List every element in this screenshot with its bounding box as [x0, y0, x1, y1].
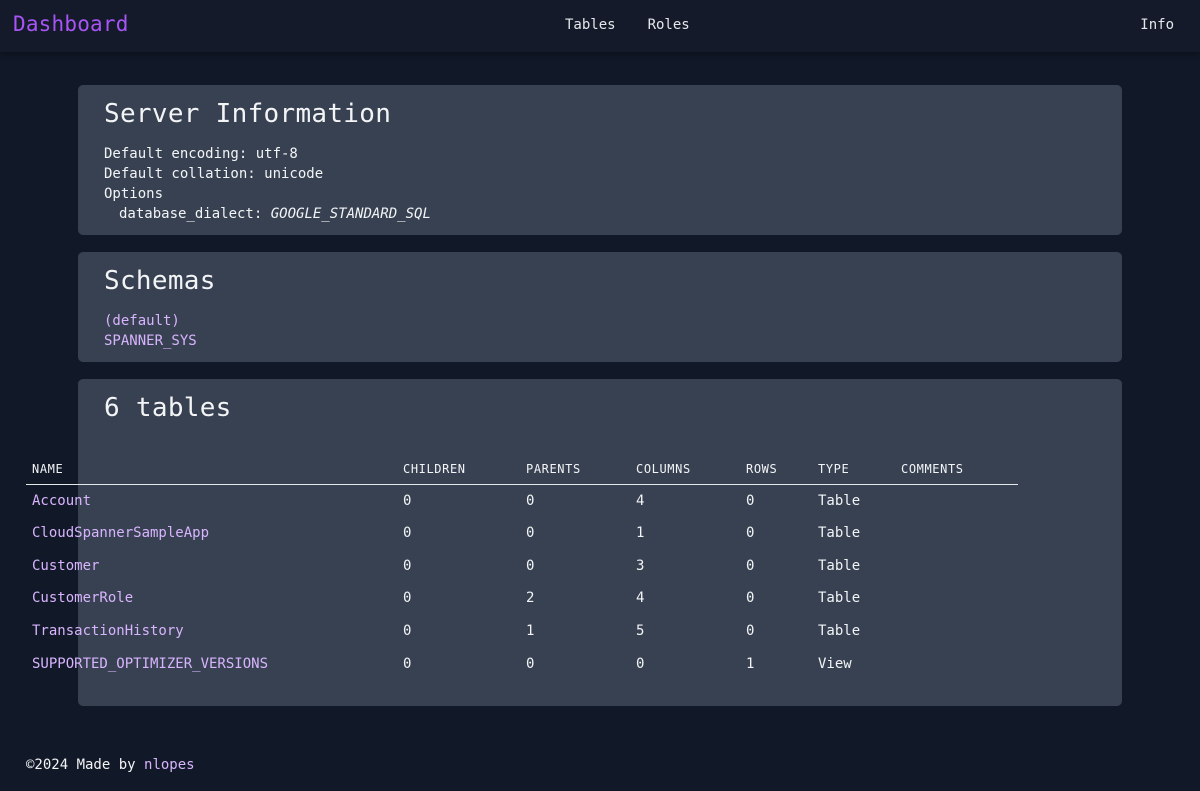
cell-parents: 1: [526, 623, 535, 640]
table-row: SUPPORTED_OPTIMIZER_VERSIONS 0 0 0 1 Vie…: [26, 647, 1018, 680]
header-row: NAME CHILDREN PARENTS COLUMNS ROWS TYPE …: [26, 454, 1018, 485]
cell-parents: 0: [526, 525, 535, 542]
default-encoding-line: Default encoding: utf-8: [104, 146, 298, 162]
default-collation-line: Default collation: unicode: [104, 166, 324, 182]
tables-body: Account 0 0 4 0 Table CloudSpannerSample…: [26, 484, 1018, 680]
header-children[interactable]: CHILDREN: [397, 454, 520, 485]
table-row: CustomerRole 0 2 4 0 Table: [26, 582, 1018, 615]
schema-link-default[interactable]: (default): [104, 311, 1096, 331]
nav-link-roles[interactable]: Roles: [648, 17, 690, 33]
cell-children: 0: [403, 655, 412, 672]
cell-children: 0: [403, 623, 412, 640]
cell-children: 0: [403, 492, 412, 509]
cell-name: CustomerRole: [26, 582, 397, 615]
table-row: CloudSpannerSampleApp 0 0 1 0 Table: [26, 517, 1018, 550]
table-link-transactionhistory[interactable]: TransactionHistory: [32, 623, 184, 639]
cell-rows: 0: [746, 590, 755, 607]
option-key: database_dialect:: [119, 206, 263, 222]
cell-type: View: [818, 655, 852, 672]
header-rows[interactable]: ROWS: [740, 454, 812, 485]
cell-comments: [895, 582, 1018, 615]
table-row: TransactionHistory 0 1 5 0 Table: [26, 615, 1018, 648]
brand-link[interactable]: Dashboard: [13, 12, 129, 36]
cell-comments: [895, 484, 1018, 517]
header-type[interactable]: TYPE: [812, 454, 895, 485]
cell-type: Table: [818, 492, 861, 509]
server-info-lines: Default encoding: utf-8 Default collatio…: [104, 144, 1096, 224]
cell-columns: 5: [636, 623, 645, 640]
cell-comments: [895, 647, 1018, 680]
schema-list: (default) SPANNER_SYS: [104, 311, 1096, 351]
cell-rows: 0: [746, 525, 755, 542]
nav-link-info[interactable]: Info: [1140, 17, 1174, 33]
cell-type: Table: [818, 623, 861, 640]
cell-type: Table: [818, 557, 861, 574]
cell-parents: 0: [526, 655, 535, 672]
header-name[interactable]: NAME: [26, 454, 397, 485]
tables-table: NAME CHILDREN PARENTS COLUMNS ROWS TYPE …: [26, 454, 1018, 680]
table-row: Customer 0 0 3 0 Table: [26, 549, 1018, 582]
footer: ©2024 Made by nlopes: [26, 757, 195, 773]
cell-rows: 0: [746, 557, 755, 574]
footer-author-link[interactable]: nlopes: [144, 757, 195, 773]
cell-name: SUPPORTED_OPTIMIZER_VERSIONS: [26, 647, 397, 680]
cell-name: CloudSpannerSampleApp: [26, 517, 397, 550]
table-link-customerrole[interactable]: CustomerRole: [32, 590, 133, 606]
tables-title: 6 tables: [104, 393, 232, 423]
cell-columns: 4: [636, 492, 645, 509]
nav-links: Tables Roles: [565, 17, 690, 33]
option-database-dialect: database_dialect: GOOGLE_STANDARD_SQL: [104, 204, 1096, 224]
cell-name: TransactionHistory: [26, 615, 397, 648]
schema-link-spanner-sys[interactable]: SPANNER_SYS: [104, 331, 1096, 351]
schemas-card: Schemas (default) SPANNER_SYS: [78, 252, 1122, 362]
cell-name: Customer: [26, 549, 397, 582]
server-information-card: Server Information Default encoding: utf…: [78, 85, 1122, 235]
cell-rows: 1: [746, 655, 755, 672]
cell-name: Account: [26, 484, 397, 517]
table-link-supported-optimizer-versions[interactable]: SUPPORTED_OPTIMIZER_VERSIONS: [32, 656, 268, 672]
cell-comments: [895, 517, 1018, 550]
cell-columns: 1: [636, 525, 645, 542]
header-parents[interactable]: PARENTS: [520, 454, 630, 485]
table-link-customer[interactable]: Customer: [32, 558, 99, 574]
cell-rows: 0: [746, 623, 755, 640]
schemas-title: Schemas: [104, 266, 216, 296]
cell-parents: 0: [526, 557, 535, 574]
tables-header: NAME CHILDREN PARENTS COLUMNS ROWS TYPE …: [26, 454, 1018, 485]
cell-columns: 0: [636, 655, 645, 672]
cell-comments: [895, 549, 1018, 582]
header-columns[interactable]: COLUMNS: [630, 454, 740, 485]
top-navbar: Dashboard Tables Roles Info: [0, 0, 1200, 52]
cell-columns: 3: [636, 557, 645, 574]
server-information-title: Server Information: [104, 99, 392, 129]
header-comments[interactable]: COMMENTS: [895, 454, 1018, 485]
cell-parents: 2: [526, 590, 535, 607]
cell-type: Table: [818, 590, 861, 607]
table-link-cloudspannersampleapp[interactable]: CloudSpannerSampleApp: [32, 525, 209, 541]
table-link-account[interactable]: Account: [32, 493, 91, 509]
options-label: Options: [104, 186, 164, 202]
footer-copyright: ©2024 Made by: [26, 757, 136, 773]
nav-link-tables[interactable]: Tables: [565, 17, 616, 33]
cell-children: 0: [403, 525, 412, 542]
table-row: Account 0 0 4 0 Table: [26, 484, 1018, 517]
cell-type: Table: [818, 525, 861, 542]
cell-rows: 0: [746, 492, 755, 509]
cell-columns: 4: [636, 590, 645, 607]
cell-comments: [895, 615, 1018, 648]
option-value: GOOGLE_STANDARD_SQL: [270, 206, 431, 222]
cell-parents: 0: [526, 492, 535, 509]
cell-children: 0: [403, 590, 412, 607]
cell-children: 0: [403, 557, 412, 574]
